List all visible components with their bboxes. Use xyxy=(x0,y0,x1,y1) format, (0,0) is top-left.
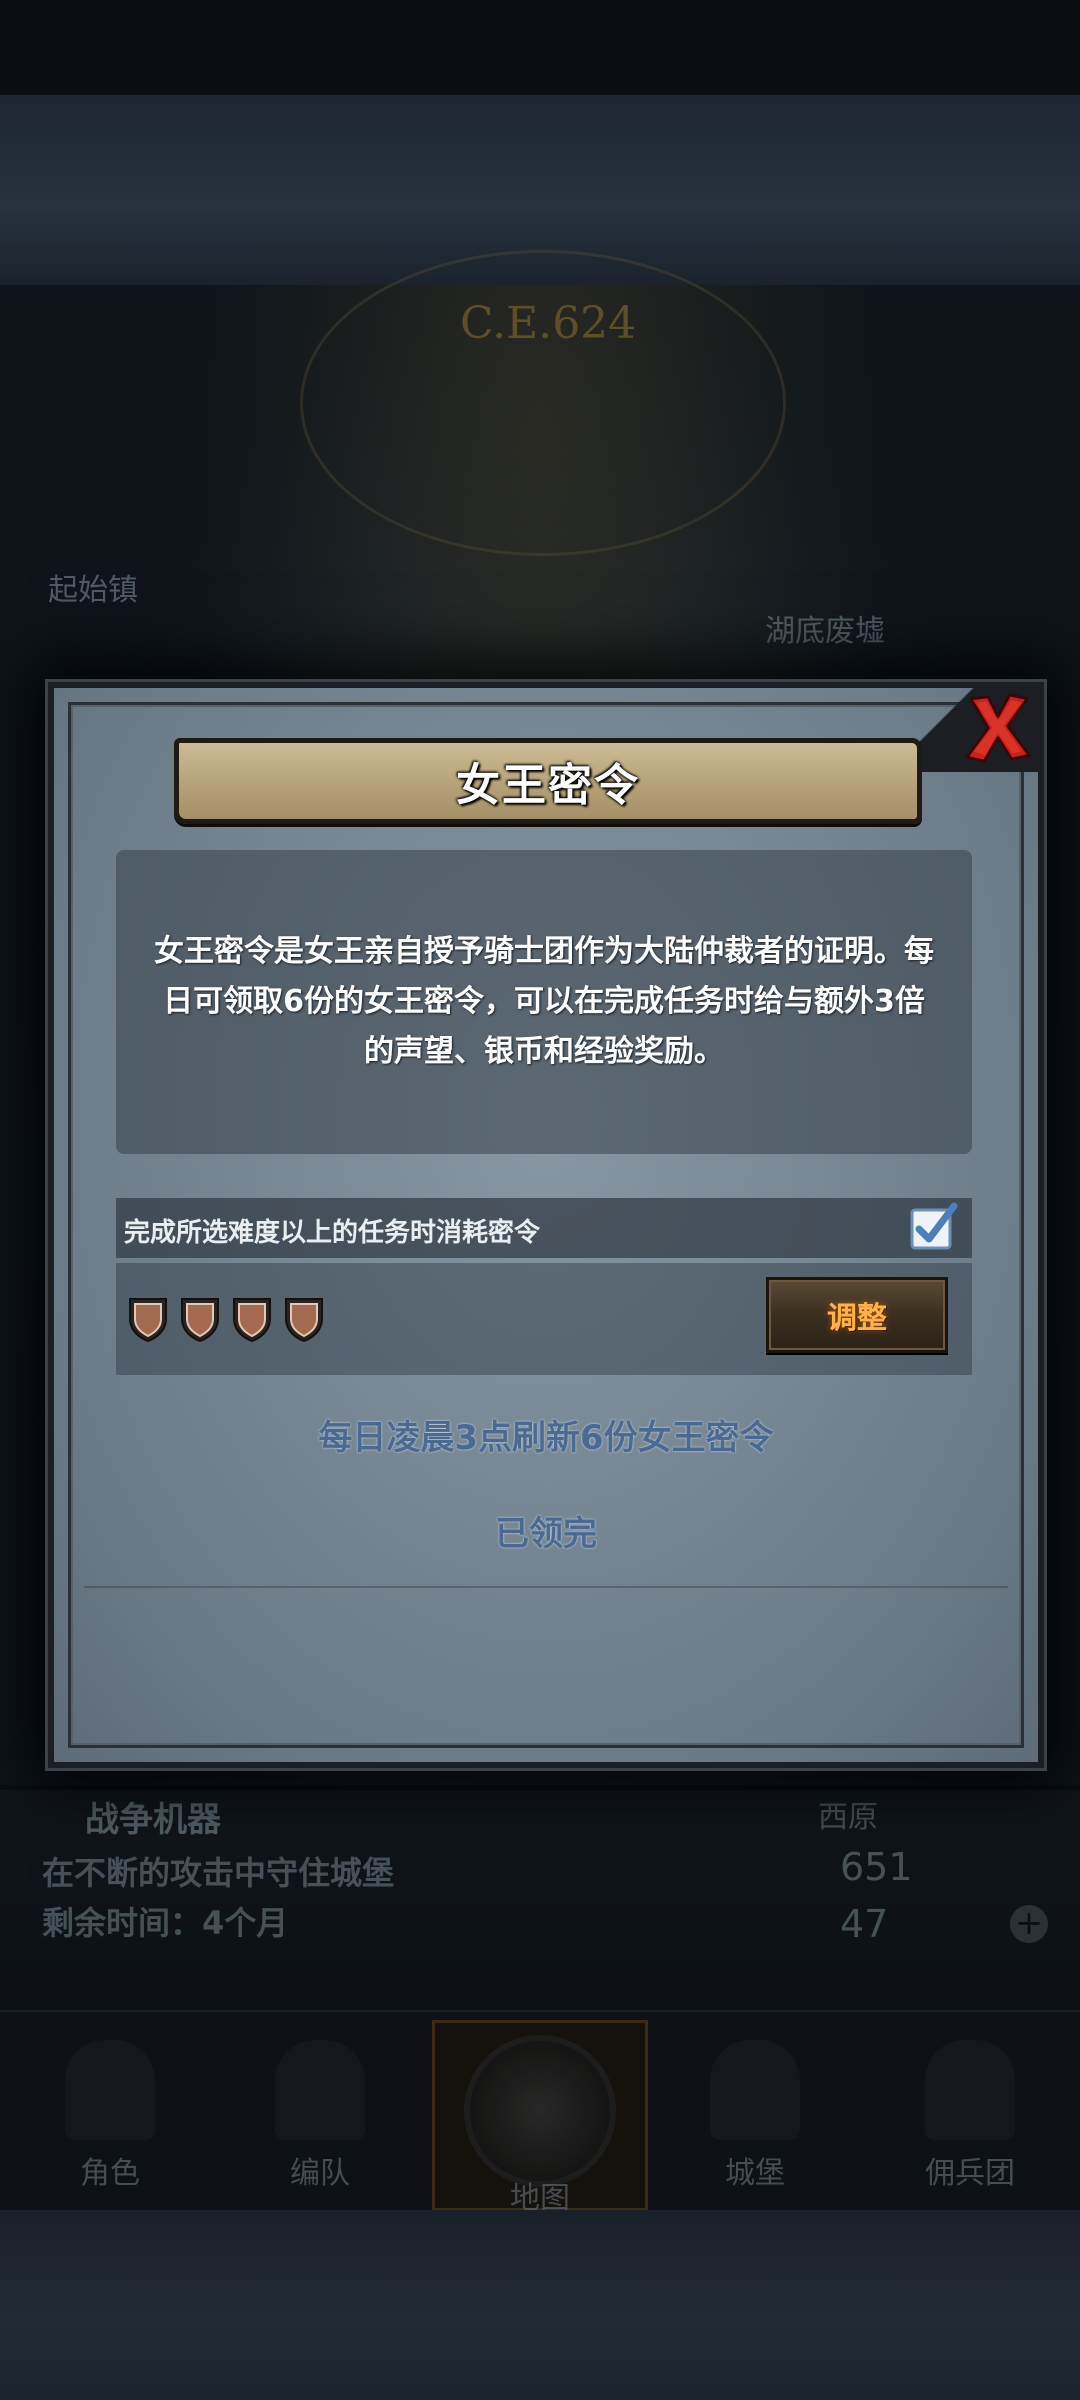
event-description: 在不断的攻击中守住城堡 xyxy=(42,1854,395,1892)
queen-order-dialog: 女王密令 女王密令是女王亲自授予骑士团作为大陆仲裁者的证明。每日可领取6份的女王… xyxy=(48,682,1044,1768)
game-screen: C.E.624 起始镇 湖底废墟 战争机器 在不断的攻击中守住城堡 剩余时间：4… xyxy=(0,0,1080,2400)
difficulty-row: 调整 xyxy=(116,1263,972,1375)
shield-icon xyxy=(282,1295,326,1343)
compass-map-icon xyxy=(464,2035,616,2187)
mercenary-icon xyxy=(925,2040,1015,2140)
event-region: 西原 xyxy=(818,1800,878,1835)
event-stat-primary: 651 xyxy=(840,1845,913,1889)
nav-label: 角色 xyxy=(80,2156,140,2191)
consume-setting-row: 完成所选难度以上的任务时消耗密令 xyxy=(116,1198,972,1258)
adjust-button-label: 调整 xyxy=(827,1301,887,1336)
checkmark-icon xyxy=(910,1202,958,1250)
add-icon[interactable]: + xyxy=(1010,1905,1048,1943)
year-marker: C.E.624 xyxy=(460,298,637,349)
map-compass-ring xyxy=(300,250,786,556)
map-location-right: 湖底废墟 xyxy=(765,614,885,649)
dialog-title: 女王密令 xyxy=(456,760,640,811)
nav-item-mercenary[interactable]: 佣兵团 xyxy=(870,2020,1070,2205)
bottom-backdrop xyxy=(0,2210,1080,2400)
nav-label: 佣兵团 xyxy=(925,2156,1015,2191)
event-title: 战争机器 xyxy=(85,1800,221,1840)
close-icon xyxy=(965,693,1031,763)
consume-setting-label: 完成所选难度以上的任务时消耗密令 xyxy=(124,1218,541,1248)
consume-checkbox[interactable] xyxy=(908,1200,960,1252)
title-banner: 女王密令 xyxy=(174,738,922,824)
nav-item-character[interactable]: 角色 xyxy=(10,2020,210,2205)
adjust-button[interactable]: 调整 xyxy=(766,1277,948,1353)
nav-item-formation[interactable]: 编队 xyxy=(220,2020,420,2205)
nav-item-castle[interactable]: 城堡 xyxy=(655,2020,855,2205)
difficulty-shields xyxy=(126,1295,326,1343)
nav-label: 编队 xyxy=(290,2156,350,2191)
nav-label: 城堡 xyxy=(725,2156,785,2191)
close-button[interactable] xyxy=(950,680,1046,776)
shield-icon xyxy=(126,1295,170,1343)
character-icon xyxy=(65,2040,155,2140)
claim-status: 已领完 xyxy=(495,1514,597,1554)
castle-icon xyxy=(710,2040,800,2140)
shield-icon xyxy=(230,1295,274,1343)
event-stat-secondary: 47 xyxy=(840,1902,889,1946)
nav-item-map[interactable]: 地图 xyxy=(432,2020,648,2216)
knight-icon xyxy=(275,2040,365,2140)
map-location-left: 起始镇 xyxy=(48,573,138,608)
description-panel: 女王密令是女王亲自授予骑士团作为大陆仲裁者的证明。每日可领取6份的女王密令，可以… xyxy=(116,850,972,1154)
shield-icon xyxy=(178,1295,222,1343)
divider xyxy=(84,1586,1008,1588)
refresh-note: 每日凌晨3点刷新6份女王密令 xyxy=(318,1418,774,1458)
event-remaining-time: 剩余时间：4个月 xyxy=(42,1904,289,1942)
dialog-description: 女王密令是女王亲自授予骑士团作为大陆仲裁者的证明。每日可领取6份的女王密令，可以… xyxy=(154,934,934,1069)
